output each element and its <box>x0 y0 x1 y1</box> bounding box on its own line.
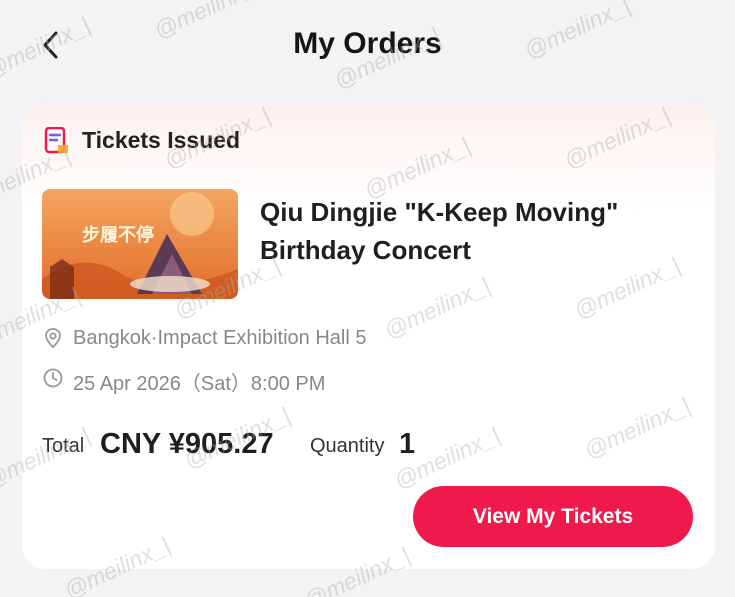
event-poster[interactable]: 步履不停 <box>42 189 238 299</box>
event-title[interactable]: Qiu Dingjie "K-Keep Moving" Birthday Con… <box>260 193 690 269</box>
quantity-label: Quantity <box>310 435 385 457</box>
poster-title: 步履不停 <box>82 224 154 246</box>
header: My Orders <box>0 0 735 95</box>
venue-text: Bangkok·Impact Exhibition Hall 5 <box>73 327 367 349</box>
location-pin-icon <box>45 328 61 349</box>
event-time: 25 Apr 2026（Sat）8:00 PM <box>73 373 326 395</box>
quantity-value: 1 <box>399 428 416 460</box>
view-my-tickets-button[interactable]: View My Tickets <box>413 486 693 547</box>
ticket-icon <box>44 127 68 154</box>
page-title: My Orders <box>293 27 442 60</box>
order-status: Tickets Issued <box>82 127 241 153</box>
total-label: Total <box>42 435 85 457</box>
order-card[interactable]: Tickets Issued 步履不停 Qiu Dingjie "K-Keep … <box>22 103 715 569</box>
total-value: CNY ¥905.27 <box>100 428 274 460</box>
clock-icon <box>43 368 63 388</box>
